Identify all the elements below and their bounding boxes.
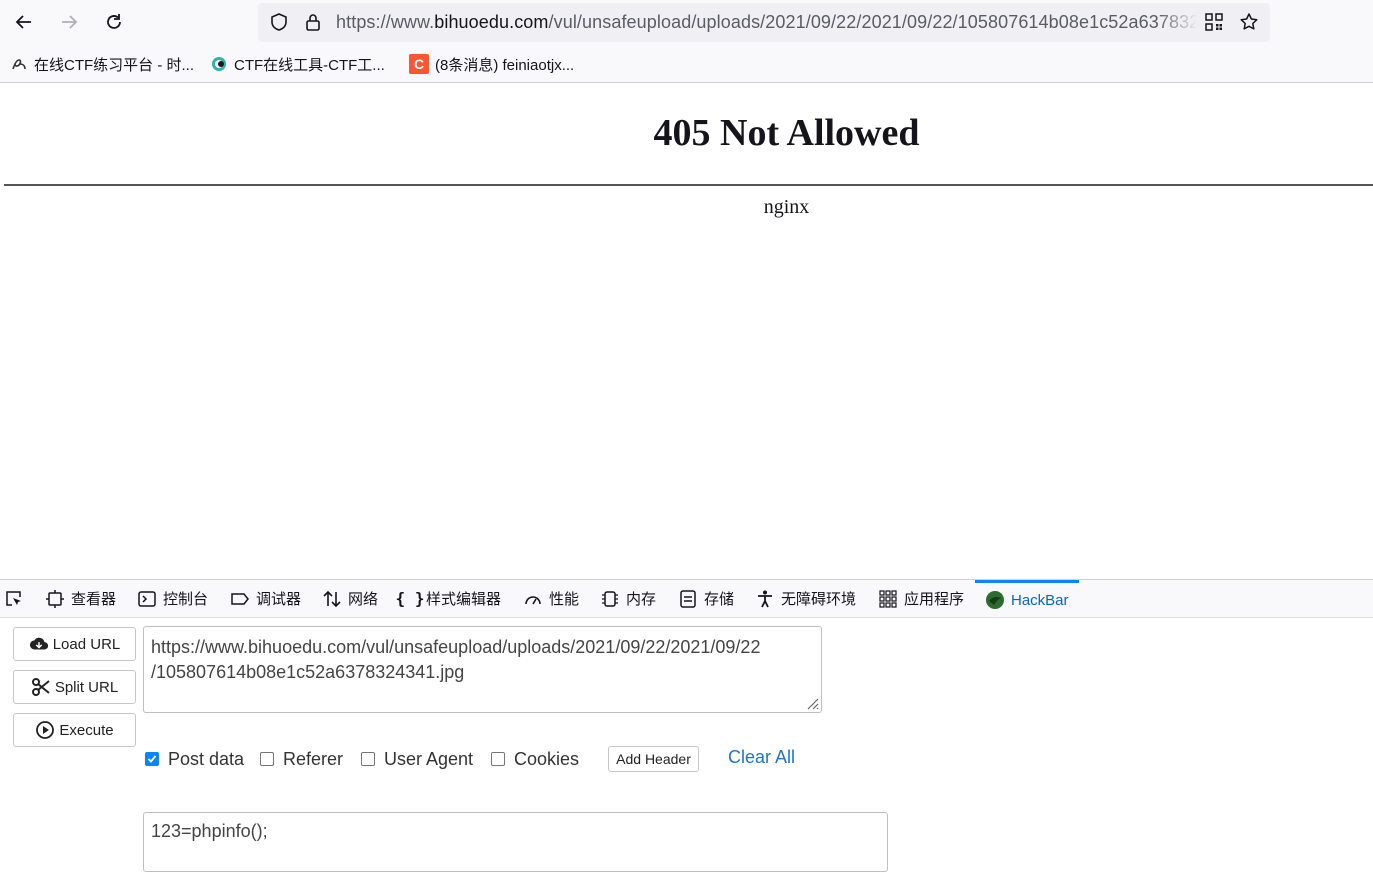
tab-application[interactable]: 应用程序 <box>878 580 964 617</box>
browser-toolbar: https://www.bihuoedu.com/vul/unsafeuploa… <box>0 0 1373 46</box>
url-fade <box>1158 5 1198 39</box>
url-line-1: https://www.bihuoedu.com/vul/unsafeuploa… <box>151 637 761 657</box>
tab-style-editor[interactable]: { } 样式编辑器 <box>395 580 501 617</box>
url-text[interactable]: https://www.bihuoedu.com/vul/unsafeuploa… <box>336 12 1196 33</box>
tab-accessibility[interactable]: 无障碍环境 <box>755 580 856 617</box>
picker-icon <box>4 589 24 609</box>
cookies-option[interactable]: Cookies <box>491 748 579 770</box>
tab-inspector[interactable]: 查看器 <box>45 580 116 617</box>
forward-arrow-icon <box>62 15 78 29</box>
storage-icon <box>678 589 698 609</box>
performance-icon <box>523 589 543 609</box>
cloud-download-icon <box>29 634 49 654</box>
load-url-button[interactable]: Load URL <box>13 627 136 661</box>
application-icon <box>878 589 898 609</box>
reload-icon <box>107 14 121 29</box>
referer-option[interactable]: Referer <box>260 748 343 770</box>
cookies-checkbox[interactable] <box>491 752 505 766</box>
scissors-icon <box>31 677 51 697</box>
post-data-textarea[interactable]: 123=phpinfo(); <box>143 812 888 872</box>
network-icon <box>322 589 342 609</box>
bookmark-label: (8条消息) feiniaotjx... <box>435 56 575 74</box>
execute-button[interactable]: Execute <box>13 713 136 747</box>
console-icon <box>137 589 157 609</box>
resize-handle-icon[interactable] <box>805 696 819 710</box>
user-agent-checkbox[interactable] <box>361 752 375 766</box>
tab-console[interactable]: 控制台 <box>137 580 208 617</box>
back-button[interactable] <box>8 6 40 38</box>
tab-storage[interactable]: 存储 <box>678 580 734 617</box>
post-data-option[interactable]: Post data <box>145 748 244 770</box>
add-header-button[interactable]: Add Header <box>608 746 699 772</box>
element-picker-button[interactable] <box>4 580 30 617</box>
lock-icon[interactable] <box>303 12 323 32</box>
url-path: /vul/unsafeupload/uploads/2021/09/22/202… <box>548 12 1196 32</box>
qr-code-icon[interactable] <box>1204 12 1224 32</box>
ctf-tools-favicon <box>210 55 228 73</box>
bookmark-csdn[interactable]: C (8条消息) feiniaotjx... <box>409 54 574 74</box>
star-icon[interactable] <box>1239 12 1259 32</box>
shield-icon[interactable] <box>269 12 289 32</box>
hackbar-icon <box>985 590 1005 610</box>
style-editor-icon: { } <box>395 589 425 608</box>
error-title: 405 Not Allowed <box>653 112 920 154</box>
bookmark-label: CTF在线工具-CTF工... <box>234 56 385 74</box>
user-agent-option[interactable]: User Agent <box>361 748 473 770</box>
memory-icon <box>600 589 620 609</box>
server-name: nginx <box>763 196 810 218</box>
bookmark-ctf-tools[interactable]: CTF在线工具-CTF工... <box>210 54 385 74</box>
back-arrow-icon <box>15 15 31 29</box>
csdn-favicon: C <box>409 54 429 74</box>
tab-debugger[interactable]: 调试器 <box>230 580 301 617</box>
address-bar[interactable]: https://www.bihuoedu.com/vul/unsafeuploa… <box>258 3 1270 42</box>
debugger-icon <box>230 589 250 609</box>
url-host: bihuoedu.com <box>434 12 549 32</box>
forward-button[interactable] <box>53 6 85 38</box>
divider <box>4 184 1373 186</box>
devtools-tabbar: 查看器 控制台 调试器 网络 { } 样式编辑器 性能 内存 存储 无障碍环境 … <box>0 580 1373 618</box>
url-line-2: /105807614b08e1c52a6378324341.jpg <box>151 662 465 682</box>
post-data-value: 123=phpinfo(); <box>151 821 268 841</box>
split-url-button[interactable]: Split URL <box>13 670 136 704</box>
tab-network[interactable]: 网络 <box>322 580 378 617</box>
tab-hackbar[interactable]: HackBar <box>975 580 1079 617</box>
clear-all-link[interactable]: Clear All <box>728 747 795 768</box>
bookmarks-bar: 在线CTF练习平台 - 时... CTF在线工具-CTF工... C (8条消息… <box>0 46 1373 83</box>
bookmark-ctf-platform[interactable]: 在线CTF练习平台 - 时... <box>10 54 194 74</box>
url-scheme: https://www. <box>336 12 435 32</box>
referer-checkbox[interactable] <box>260 752 274 766</box>
post-data-checkbox[interactable] <box>145 752 159 766</box>
ctf-platform-favicon <box>10 55 28 73</box>
play-circle-icon <box>35 720 55 740</box>
bookmark-label: 在线CTF练习平台 - 时... <box>34 56 194 74</box>
devtools-panel: 查看器 控制台 调试器 网络 { } 样式编辑器 性能 内存 存储 无障碍环境 … <box>0 579 1373 872</box>
tab-memory[interactable]: 内存 <box>600 580 656 617</box>
reload-button[interactable] <box>98 6 130 38</box>
url-textarea[interactable]: https://www.bihuoedu.com/vul/unsafeuploa… <box>143 626 822 713</box>
inspector-icon <box>45 589 65 609</box>
accessibility-icon <box>755 589 775 609</box>
page-content: 405 Not Allowed nginx <box>0 83 1373 579</box>
tab-performance[interactable]: 性能 <box>523 580 579 617</box>
